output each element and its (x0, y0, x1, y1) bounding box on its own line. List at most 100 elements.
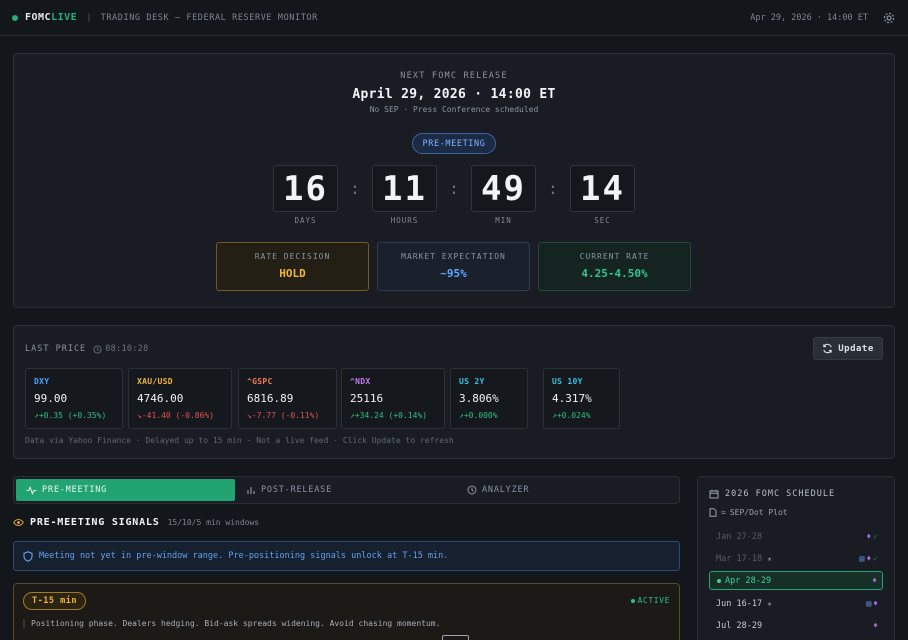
current-rate-value: 4.25-4.50% (581, 267, 648, 280)
eye-icon (13, 519, 24, 526)
live-status-dot (12, 14, 18, 21)
phase-status-text: ACTIVE (637, 596, 670, 605)
pulse-icon (26, 485, 37, 495)
header-datetime: Apr 29, 2026 · 14:00 ET (750, 12, 868, 23)
phase-card: T-15 min ACTIVE Positioning phase. Deale… (13, 583, 680, 640)
ticker-change: ↘-7.77 (-0.11%) (247, 411, 336, 420)
document-icon (709, 508, 717, 517)
timer-days-label: DAYS (294, 216, 317, 225)
market-expectation-card: MARKET EXPECTATION ~95% (377, 242, 530, 291)
header-separator: | (86, 12, 92, 23)
tab-pre-meeting-label: PRE-MEETING (42, 485, 108, 495)
schedule-row[interactable]: Jan 27-28 ♦ ✓ (709, 527, 883, 546)
ticker-price: 4746.00 (137, 392, 184, 405)
microphone-icon: ♦ (873, 599, 878, 608)
market-expectation-label: MARKET EXPECTATION (401, 252, 506, 261)
phase-indicator-box (442, 635, 469, 640)
ticker-change: ↘-41.40 (-0.86%) (137, 411, 231, 420)
schedule-row[interactable]: Jul 28-29 ♦ (709, 616, 883, 635)
brand-accent: LIVE (51, 12, 78, 23)
app-brand: FOMCLIVE (25, 12, 77, 23)
ticker-symbol: ^GSPC (247, 377, 273, 386)
market-expectation-value: ~95% (440, 267, 467, 280)
check-icon: ✓ (873, 532, 878, 541)
microphone-icon: ♦ (872, 576, 877, 585)
schedule-date: Jan 27-28 (716, 531, 763, 542)
shield-icon (23, 550, 33, 562)
timer-hours-label: HOURS (390, 216, 419, 225)
schedule-row[interactable]: Mar 17-18 ★ ▤ ♦ ✓ (709, 549, 883, 568)
timer-colon: : (449, 179, 459, 198)
tab-post-release[interactable]: POST-RELEASE (246, 479, 332, 501)
current-rate-label: CURRENT RATE (579, 252, 650, 261)
tab-bar: PRE-MEETING POST-RELEASE ANALYZER (13, 476, 680, 504)
sep-star-marker: ★ (767, 554, 772, 563)
ticker-change-value: +0.000% (463, 411, 498, 420)
phase-status: ACTIVE (630, 596, 671, 605)
app-subtitle: TRADING DESK — FEDERAL RESERVE MONITOR (100, 12, 318, 23)
rate-decision-label: RATE DECISION (254, 252, 331, 261)
ticker-price: 6816.89 (247, 392, 294, 405)
ticker-change: ↗+0.35 (+0.35%) (34, 411, 122, 420)
schedule-row-icons: ♦ ✓ (864, 532, 878, 541)
countdown-label: NEXT FOMC RELEASE (400, 71, 508, 81)
schedule-row-icons: ♦ (871, 621, 878, 630)
ticker-change-value: -7.77 (-0.11%) (251, 411, 320, 420)
last-price-label: LAST PRICE (25, 344, 87, 354)
ticker-symbol: DXY (34, 377, 50, 386)
countdown-panel: NEXT FOMC RELEASE April 29, 2026 · 14:00… (13, 53, 895, 308)
timer-hours: 11 HOURS (372, 165, 437, 225)
timer-colon: : (548, 179, 558, 198)
microphone-icon: ♦ (866, 532, 872, 541)
microphone-icon: ♦ (866, 554, 872, 563)
phase-pill: PRE-MEETING (412, 133, 496, 154)
ticker-change-value: +0.024% (556, 411, 591, 420)
ticker-card: DXY 99.00 ↗+0.35 (+0.35%) (25, 368, 123, 429)
price-footnote: Data via Yahoo Finance · Delayed up to 1… (25, 436, 454, 445)
schedule-row[interactable]: Apr 28-29 ♦ (709, 571, 883, 590)
ticker-price: 25116 (350, 392, 384, 405)
tab-post-release-label: POST-RELEASE (261, 485, 333, 495)
ticker-symbol: US 2Y (459, 377, 485, 386)
pre-window-alert: Meeting not yet in pre-window range. Pre… (13, 541, 680, 571)
current-meeting-dot (717, 578, 721, 583)
schedule-date: Apr 28-29 (725, 575, 772, 586)
calendar-icon (709, 489, 719, 499)
active-dot (630, 598, 635, 603)
ticker-card: US 10Y 4.317% ↗+0.024% (543, 368, 620, 429)
fomc-schedule-panel: 2026 FOMC SCHEDULE = SEP/Dot Plot Jan 27… (697, 476, 895, 640)
document-icon: ▤ (859, 554, 865, 563)
ticker-change-value: -41.40 (-0.86%) (141, 411, 215, 420)
alert-text: Meeting not yet in pre-window range. Pre… (39, 551, 449, 561)
tab-analyzer[interactable]: ANALYZER (467, 479, 529, 501)
schedule-row-icons: ♦ (870, 576, 877, 585)
schedule-date: Jul 28-29 (716, 620, 763, 631)
signals-windows: 15/10/5 min windows (167, 518, 260, 527)
ticker-card: US 2Y 3.806% ↗+0.000% (450, 368, 528, 429)
ticker-symbol: ^NDX (350, 377, 371, 386)
signals-header: PRE-MEETING SIGNALS 15/10/5 min windows (13, 517, 259, 528)
tab-pre-meeting[interactable]: PRE-MEETING (16, 479, 235, 501)
timer-days-value: 16 (273, 165, 338, 212)
legend-equals: = (721, 508, 726, 517)
gear-icon[interactable] (882, 11, 896, 25)
last-price-header: LAST PRICE 08:10:28 (25, 344, 149, 354)
schedule-legend: = SEP/Dot Plot (709, 508, 788, 517)
brand-main: FOMC (25, 12, 52, 23)
timer-minutes-label: MIN (495, 216, 512, 225)
ticker-symbol: US 10Y (552, 377, 583, 386)
update-button[interactable]: Update (813, 337, 883, 360)
ticker-price: 3.806% (459, 392, 499, 405)
schedule-row-icons: ▤ ♦ ✓ (858, 554, 878, 563)
last-price-panel: LAST PRICE 08:10:28 Update DXY 99.00 ↗+0.3… (13, 325, 895, 459)
header-right: Apr 29, 2026 · 14:00 ET (750, 11, 896, 25)
schedule-date: Mar 17-18 (716, 553, 763, 564)
analyzer-icon (467, 485, 477, 495)
timer-seconds: 14 SEC (570, 165, 635, 225)
top-bar: FOMCLIVE | TRADING DESK — FEDERAL RESERV… (0, 0, 908, 36)
ticker-change-value: +0.35 (+0.35%) (38, 411, 107, 420)
ticker-price: 99.00 (34, 392, 68, 405)
schedule-row[interactable]: Jun 16-17 ★ ▤ ♦ (709, 594, 883, 613)
timer-seconds-value: 14 (570, 165, 635, 212)
last-price-time-value: 08:10:28 (105, 344, 149, 354)
